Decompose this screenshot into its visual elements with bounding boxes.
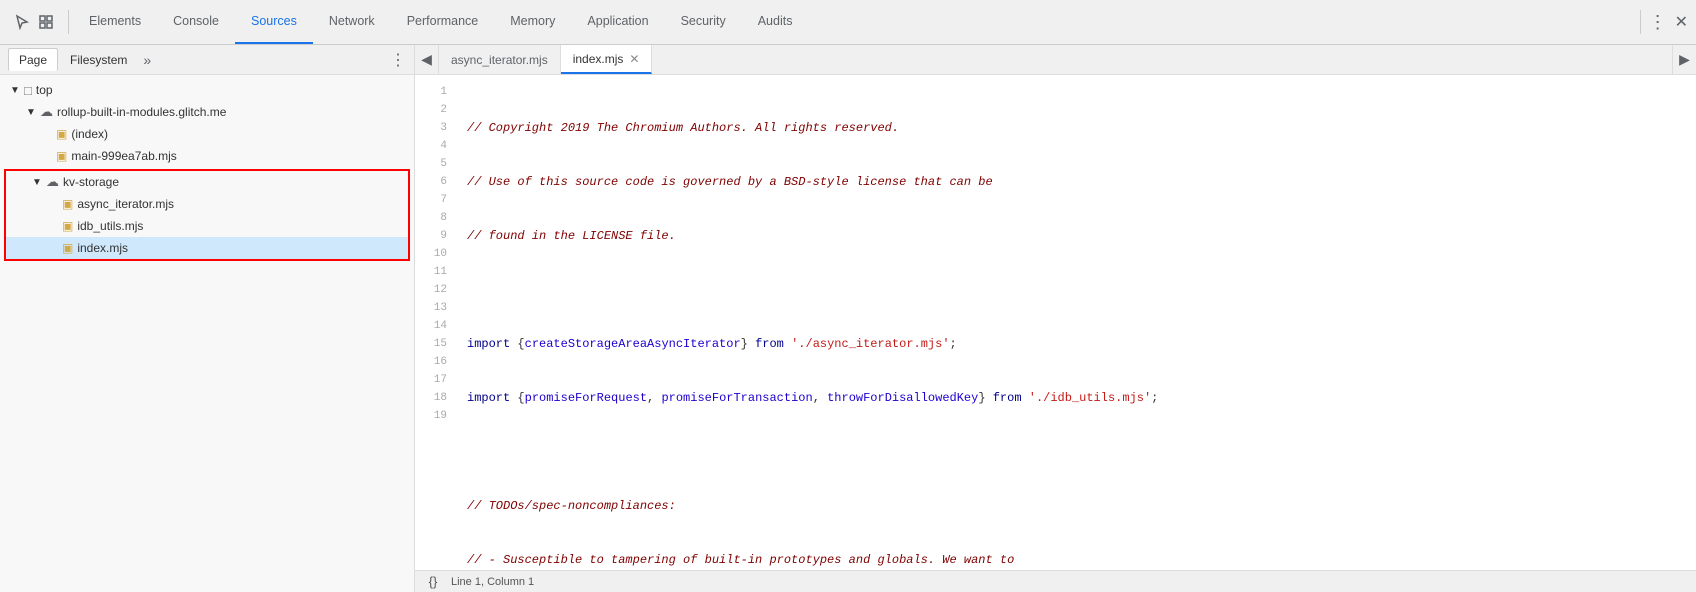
tree-arrow-top: ▼ (8, 83, 22, 97)
code-editor[interactable]: 12345 678910 1112131415 16171819 // Copy… (415, 75, 1696, 570)
tree-item-index-mjs[interactable]: ▶ ▣ index.mjs (6, 237, 408, 259)
tab-network[interactable]: Network (313, 0, 391, 44)
format-button[interactable]: {} (423, 572, 443, 592)
toolbar-divider (68, 10, 69, 34)
editor-nav-right[interactable]: ▶ (1672, 45, 1696, 75)
cursor-icon[interactable] (12, 12, 32, 32)
tree-label-async-iterator: async_iterator.mjs (77, 197, 174, 211)
editor-tab-close-index[interactable]: ✕ (629, 52, 639, 66)
file-icon-index: ▣ (56, 127, 67, 141)
status-bar: {} Line 1, Column 1 (415, 570, 1696, 592)
code-line-3: // found in the LICENSE file. (467, 227, 1688, 245)
tree-item-top[interactable]: ▼ □ top (0, 79, 414, 101)
file-icon-async: ▣ (62, 197, 73, 211)
tree-label-main: main-999ea7ab.mjs (71, 149, 176, 163)
right-panel: ◀ async_iterator.mjs index.mjs ✕ ▶ 12345… (415, 45, 1696, 592)
file-icon-index-mjs: ▣ (62, 241, 73, 255)
tab-application[interactable]: Application (571, 0, 664, 44)
code-line-4 (467, 281, 1688, 299)
tree-arrow-domain: ▼ (24, 105, 38, 119)
code-line-1: // Copyright 2019 The Chromium Authors. … (467, 119, 1688, 137)
code-line-9: // - Susceptible to tampering of built-i… (467, 551, 1688, 569)
tree-item-main-mjs[interactable]: ▶ ▣ main-999ea7ab.mjs (0, 145, 414, 167)
line-numbers: 12345 678910 1112131415 16171819 (415, 75, 455, 570)
tab-sources[interactable]: Sources (235, 0, 313, 44)
tab-memory[interactable]: Memory (494, 0, 571, 44)
tab-performance[interactable]: Performance (391, 0, 495, 44)
editor-tabs: ◀ async_iterator.mjs index.mjs ✕ ▶ (415, 45, 1696, 75)
editor-nav-left[interactable]: ◀ (415, 45, 439, 75)
code-line-7 (467, 443, 1688, 461)
main-toolbar: Elements Console Sources Network Perform… (0, 0, 1696, 45)
tab-elements[interactable]: Elements (73, 0, 157, 44)
cursor-position: Line 1, Column 1 (451, 576, 534, 588)
tab-audits[interactable]: Audits (742, 0, 809, 44)
toolbar-divider-right (1640, 10, 1641, 34)
tree-label-index-mjs: index.mjs (77, 241, 128, 255)
toolbar-tabs: Elements Console Sources Network Perform… (73, 0, 808, 44)
left-panel: Page Filesystem » ⋮ ▼ □ top ▼ ☁ rollup-b… (0, 45, 415, 592)
editor-tab-async-iterator[interactable]: async_iterator.mjs (439, 45, 561, 74)
editor-tab-index-mjs[interactable]: index.mjs ✕ (561, 45, 653, 74)
more-options-button[interactable]: ⋮ (1645, 8, 1671, 37)
tab-security[interactable]: Security (665, 0, 742, 44)
close-devtools-button[interactable]: ✕ (1671, 8, 1692, 36)
folder-icon-top: □ (24, 83, 32, 98)
tree-label-domain: rollup-built-in-modules.glitch.me (57, 105, 226, 119)
editor-tab-label-index: index.mjs (573, 52, 624, 66)
tree-item-kv-storage[interactable]: ▼ ☁ kv-storage (6, 171, 408, 193)
tree-arrow-kv: ▼ (30, 175, 44, 189)
code-line-2: // Use of this source code is governed b… (467, 173, 1688, 191)
kv-storage-container: ▼ ☁ kv-storage ▶ ▣ async_iterator.mjs ▶ … (0, 169, 414, 261)
file-icon-idb: ▣ (62, 219, 73, 233)
tree-label-kv-storage: kv-storage (63, 175, 119, 189)
tab-page[interactable]: Page (8, 48, 58, 71)
kv-storage-group: ▼ ☁ kv-storage ▶ ▣ async_iterator.mjs ▶ … (4, 169, 410, 261)
tab-console[interactable]: Console (157, 0, 235, 44)
panel-options-button[interactable]: ⋮ (390, 50, 406, 70)
code-line-8: // TODOs/spec-noncompliances: (467, 497, 1688, 515)
main-layout: Page Filesystem » ⋮ ▼ □ top ▼ ☁ rollup-b… (0, 45, 1696, 592)
file-tree: ▼ □ top ▼ ☁ rollup-built-in-modules.glit… (0, 75, 414, 592)
cloud-icon-domain: ☁ (40, 104, 53, 120)
inspect-icon[interactable] (36, 12, 56, 32)
left-panel-tabs: Page Filesystem » ⋮ (0, 45, 414, 75)
more-tabs-button[interactable]: » (143, 52, 151, 68)
file-icon-main: ▣ (56, 149, 67, 163)
tree-item-domain[interactable]: ▼ ☁ rollup-built-in-modules.glitch.me (0, 101, 414, 123)
tree-label-index: (index) (71, 127, 108, 141)
code-content: // Copyright 2019 The Chromium Authors. … (455, 75, 1696, 570)
tab-filesystem[interactable]: Filesystem (60, 49, 137, 71)
tree-item-idb-utils[interactable]: ▶ ▣ idb_utils.mjs (6, 215, 408, 237)
tree-item-async-iterator[interactable]: ▶ ▣ async_iterator.mjs (6, 193, 408, 215)
tree-label-top: top (36, 83, 53, 97)
editor-tab-label-async: async_iterator.mjs (451, 53, 548, 67)
tree-label-idb-utils: idb_utils.mjs (77, 219, 143, 233)
toolbar-icons (4, 12, 64, 32)
tree-item-index[interactable]: ▶ ▣ (index) (0, 123, 414, 145)
code-line-5: import {createStorageAreaAsyncIterator} … (467, 335, 1688, 353)
code-line-6: import {promiseForRequest, promiseForTra… (467, 389, 1688, 407)
cloud-icon-kv: ☁ (46, 174, 59, 190)
